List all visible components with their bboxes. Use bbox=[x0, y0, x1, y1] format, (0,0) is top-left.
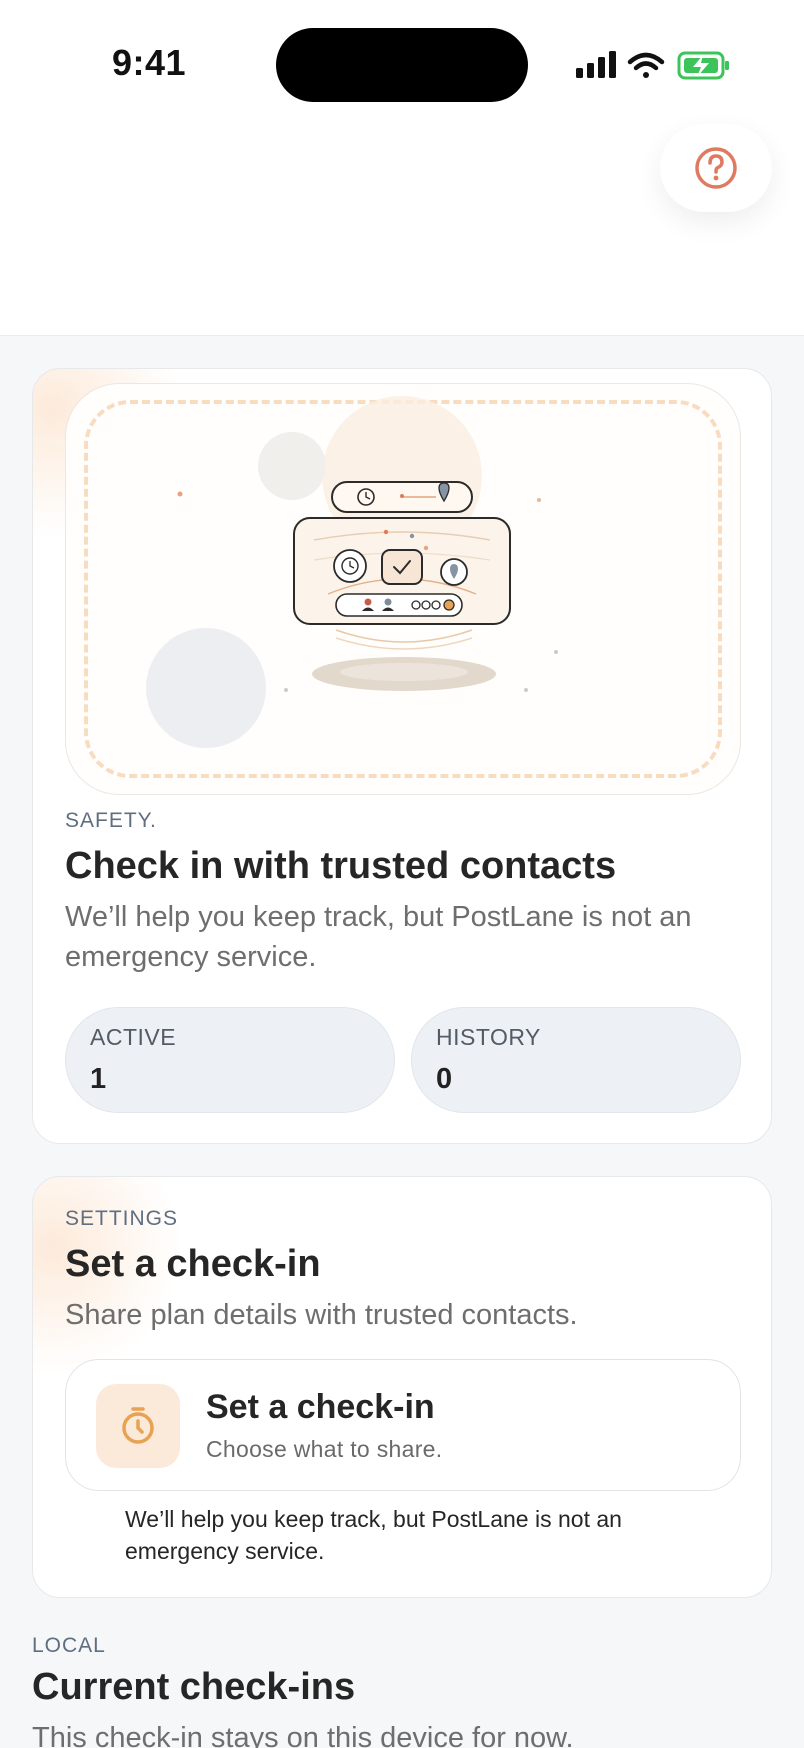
dynamic-island bbox=[276, 28, 528, 102]
local-eyebrow: LOCAL bbox=[32, 1634, 106, 1657]
local-title: Current check-ins bbox=[32, 1666, 356, 1708]
settings-description: Share plan details with trusted contacts… bbox=[65, 1299, 578, 1331]
disclaimer-note: We’ll help you keep track, but PostLane … bbox=[125, 1506, 622, 1564]
set-check-in-button[interactable]: Set a check-in Choose what to share. bbox=[65, 1359, 741, 1491]
safety-title: Check in with trusted contacts bbox=[65, 845, 617, 887]
screen: 9:41 SAFETY. Check in with trusted conta… bbox=[0, 0, 804, 1748]
local-description: This check-in stays on this device for n… bbox=[32, 1722, 574, 1748]
status-icons bbox=[574, 46, 734, 86]
safety-eyebrow: SAFETY. bbox=[65, 809, 157, 832]
stat-history-value: 0 bbox=[436, 1063, 453, 1095]
stat-history[interactable]: HISTORY 0 bbox=[411, 1007, 741, 1113]
top-bar: 9:41 bbox=[0, 0, 804, 336]
stat-active-label: ACTIVE bbox=[90, 1024, 177, 1050]
battery-charging-icon bbox=[677, 51, 729, 80]
stat-history-label: HISTORY bbox=[436, 1024, 541, 1050]
stat-active[interactable]: ACTIVE 1 bbox=[65, 1007, 395, 1113]
status-time: 9:41 bbox=[112, 42, 187, 83]
check-in-illustration bbox=[65, 383, 741, 795]
action-subtitle: Choose what to share. bbox=[206, 1436, 443, 1462]
help-button[interactable] bbox=[660, 124, 772, 212]
timer-icon bbox=[122, 1407, 154, 1444]
wifi-icon bbox=[627, 52, 665, 78]
action-title: Set a check-in bbox=[206, 1388, 435, 1426]
cellular-signal-icon bbox=[576, 51, 616, 78]
question-circle-icon bbox=[695, 147, 737, 189]
settings-card: SETTINGS Set a check-in Share plan detai… bbox=[32, 1176, 772, 1598]
settings-title: Set a check-in bbox=[65, 1243, 321, 1285]
safety-description: We’ll help you keep track, but PostLane … bbox=[65, 901, 692, 973]
timer-icon-tile bbox=[96, 1384, 180, 1468]
settings-eyebrow: SETTINGS bbox=[65, 1207, 179, 1230]
stat-active-value: 1 bbox=[90, 1063, 107, 1095]
safety-card: SAFETY. Check in with trusted contacts W… bbox=[32, 368, 772, 1144]
